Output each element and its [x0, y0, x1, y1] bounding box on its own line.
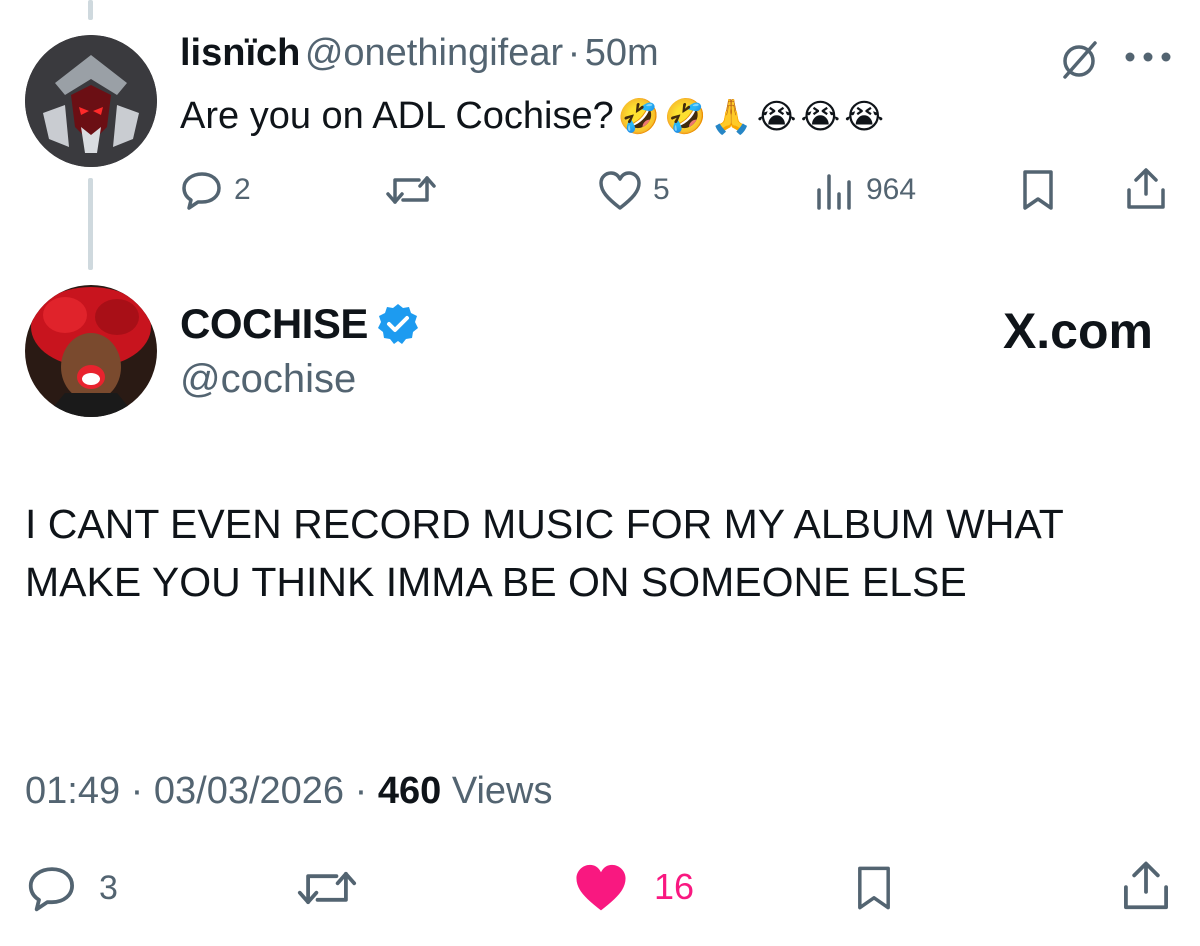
repost-arrows-icon [297, 871, 357, 905]
meta-views-label: Views [451, 770, 553, 812]
emoji-pray: 🙏 [710, 97, 753, 137]
main-share-icon[interactable] [1120, 858, 1172, 919]
reply-avatar[interactable] [25, 35, 157, 167]
main-handle[interactable]: @cochise [180, 357, 356, 402]
reply-bookmark-icon[interactable] [1016, 168, 1060, 217]
reply-display-name[interactable]: lisnïch [180, 32, 300, 74]
views-bars-icon [817, 174, 851, 210]
emoji-rofl: 🤣 [617, 97, 661, 137]
main-meta: 01:49 · 03/03/2026 · 460 Views [25, 770, 553, 813]
emoji-cry: 😭 [844, 97, 884, 137]
reply-action-reply[interactable]: 2 [180, 168, 251, 212]
repost-arrows-icon [386, 176, 436, 204]
grok-slash-icon[interactable] [1055, 35, 1103, 88]
reply-bubble-icon [28, 867, 74, 912]
thread-line-top [88, 0, 93, 20]
reply-handle[interactable]: @onethingifear [305, 32, 563, 74]
heart-icon [576, 864, 626, 911]
main-name-row: COCHISE [180, 300, 420, 348]
emoji-cry: 😭 [756, 97, 797, 137]
reply-separator: · [567, 32, 581, 74]
emoji-rofl: 🤣 [664, 97, 707, 137]
reply-header: lisnïch @onethingifear · 50m [180, 32, 659, 75]
verified-badge-icon [377, 304, 418, 344]
reply-bubble-icon [182, 172, 221, 210]
heart-icon [599, 171, 641, 210]
reply-count: 2 [234, 173, 251, 206]
reply-action-views[interactable]: 964 [812, 168, 916, 212]
main-bookmark-icon[interactable] [850, 862, 898, 919]
meta-separator: · [354, 770, 368, 812]
meta-separator: · [130, 770, 144, 812]
reply-text: Are you on ADL Cochise? [180, 95, 614, 137]
thread-line-mid [88, 178, 93, 270]
reply-body: Are you on ADL Cochise? 🤣 🤣 🙏 😭 😭 😭 [180, 95, 884, 138]
main-like-count: 16 [654, 866, 695, 907]
main-tweet-text: I CANT EVEN RECORD MUSIC FOR MY ALBUM WH… [25, 501, 1064, 605]
main-action-like[interactable]: 16 [572, 860, 694, 914]
like-count: 5 [653, 173, 670, 206]
reply-time[interactable]: 50m [585, 32, 659, 74]
emoji-cry: 😭 [800, 97, 841, 137]
main-display-name[interactable]: COCHISE [180, 300, 368, 348]
reply-action-repost[interactable] [385, 168, 447, 212]
views-count: 964 [866, 173, 917, 206]
reply-share-icon[interactable] [1124, 166, 1168, 217]
reply-action-like[interactable]: 5 [597, 168, 670, 212]
meta-views-count[interactable]: 460 [378, 770, 441, 812]
more-dots-icon[interactable] [1124, 50, 1172, 69]
meta-time[interactable]: 01:49 [25, 770, 120, 812]
meta-date[interactable]: 03/03/2026 [154, 770, 344, 812]
main-avatar[interactable] [25, 285, 157, 417]
main-action-repost[interactable] [296, 862, 368, 914]
x-brand-logo: X.com [1002, 303, 1153, 359]
main-reply-count: 3 [99, 868, 118, 907]
main-action-reply[interactable]: 3 [25, 862, 118, 914]
